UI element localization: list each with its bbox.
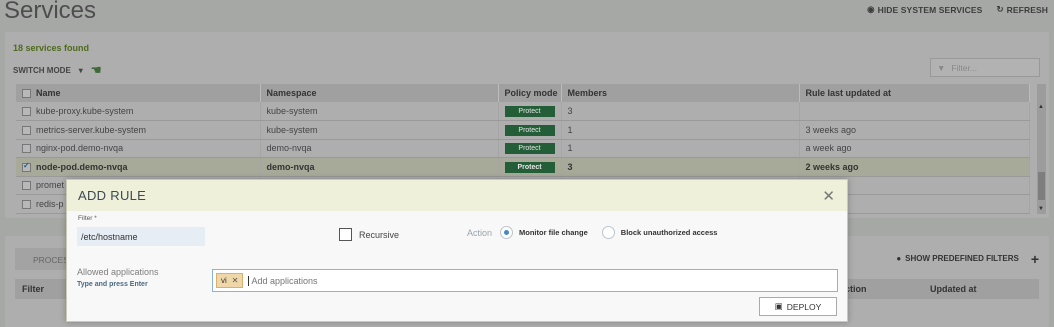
row-checkbox[interactable] (22, 107, 31, 117)
monitor-radio[interactable] (500, 226, 514, 239)
modal-header: ADD RULE ✕ (67, 180, 847, 211)
filter-icon: ▼ (937, 62, 946, 73)
cell-namespace: kube-system (260, 102, 499, 121)
table-header-row: Name Namespace Policy mode Members Rule … (16, 84, 1030, 102)
cell-policy-mode: Protect (498, 157, 562, 177)
cell-members: 1 (561, 139, 800, 158)
save-icon: ▣ (774, 301, 783, 311)
tab-process[interactable]: PROCESS (15, 248, 75, 270)
monitor-label[interactable]: Monitor file change (519, 228, 588, 237)
select-all-checkbox[interactable] (22, 89, 31, 99)
cell-policy-mode: Protect (498, 120, 562, 140)
table-row[interactable]: metrics-server.kube-system kube-system Pro… (16, 120, 1030, 140)
hand-icon[interactable]: ☚ (91, 63, 102, 77)
cell-name[interactable]: node-pod.demo-nvqa (16, 157, 261, 177)
cell-namespace: kube-system (260, 120, 499, 140)
allowed-hint: Type and press Enter (77, 281, 148, 288)
cell-updated: 2 weeks ago (799, 157, 1030, 177)
row-checkbox[interactable] (22, 199, 31, 209)
table-row[interactable]: node-pod.demo-nvqademo-nvqa Protect 32 wee… (16, 157, 1030, 177)
block-label[interactable]: Block unauthorized access (621, 228, 718, 237)
row-checkbox[interactable] (22, 181, 31, 191)
cell-namespace: demo-nvqa (260, 139, 499, 158)
column-action[interactable]: ction (845, 284, 867, 294)
recursive-toggle[interactable]: Recursive (339, 228, 399, 241)
row-checkbox[interactable] (22, 144, 31, 154)
caret-down-icon: ▾ (78, 65, 83, 75)
column-updated-at[interactable]: Updated at (930, 284, 977, 294)
cell-name[interactable]: metrics-server.kube-system (16, 120, 261, 140)
column-members[interactable]: Members (561, 84, 800, 102)
column-namespace[interactable]: Namespace (260, 84, 499, 102)
policy-mode-badge: Protect (504, 124, 555, 136)
allowed-applications-label: Allowed applications Type and press Ente… (77, 267, 159, 288)
modal-title: ADD RULE (78, 188, 147, 203)
recursive-checkbox[interactable] (339, 228, 352, 241)
add-rule-modal: ADD RULE ✕ Filter * Recursive Action Mon… (66, 179, 848, 322)
row-checkbox[interactable] (22, 125, 31, 135)
scrollbar-thumb[interactable] (1038, 172, 1045, 200)
remove-chip-icon[interactable]: ✕ (232, 276, 239, 285)
applications-tag-input[interactable]: vi ✕ (212, 269, 838, 292)
cell-policy-mode: Protect (498, 139, 562, 158)
scroll-up-icon[interactable]: ▲ (1038, 104, 1044, 110)
refresh-icon: ↻ (996, 4, 1004, 14)
cell-policy-mode: Protect (498, 102, 562, 121)
deploy-button[interactable]: ▣ DEPLOY (759, 297, 837, 316)
app-chip: vi ✕ (216, 273, 244, 288)
filter-label: Filter * (78, 215, 97, 222)
cell-name[interactable]: nginx-pod.demo-nvqa (16, 139, 261, 158)
scroll-down-icon[interactable]: ▼ (1038, 206, 1044, 212)
info-icon: ● (896, 254, 902, 263)
policy-mode-badge: Protect (504, 161, 555, 173)
show-predefined-filters-button[interactable]: ● SHOW PREDEFINED FILTERS + (896, 252, 1039, 266)
column-rule-updated[interactable]: Rule last updated at (799, 84, 1030, 102)
cell-members: 1 (561, 120, 800, 140)
block-radio[interactable] (601, 226, 615, 239)
row-checkbox[interactable] (22, 161, 31, 172)
table-scrollbar[interactable]: ▲ ▼ (1037, 84, 1046, 214)
cell-updated: 3 weeks ago (799, 120, 1030, 140)
table-row[interactable]: nginx-pod.demo-nvqa demo-nvqa Protect 1 a we… (16, 139, 1030, 158)
close-icon[interactable]: ✕ (822, 187, 835, 205)
filter-path-input[interactable] (77, 227, 205, 246)
column-policy-mode[interactable]: Policy mode (498, 84, 562, 102)
table-row[interactable]: kube-proxy.kube-system kube-system Protect… (16, 102, 1030, 121)
action-group: Action Monitor file change Block unautho… (467, 226, 725, 239)
refresh-button[interactable]: ↻ REFRESH (996, 4, 1048, 15)
page-title: Services (4, 0, 97, 24)
cell-updated: a week ago (799, 139, 1030, 158)
action-label: Action (467, 227, 493, 238)
applications-input[interactable] (248, 275, 837, 286)
cell-updated (799, 102, 1030, 121)
policy-mode-badge: Protect (504, 106, 555, 117)
cell-name[interactable]: kube-proxy.kube-system (16, 102, 261, 121)
cell-members: 3 (561, 157, 800, 177)
services-count: 18 services found (13, 43, 90, 53)
eye-slash-icon: ◉ (867, 4, 875, 14)
cell-namespace: demo-nvqa (260, 157, 499, 177)
policy-mode-badge: Protect (504, 143, 555, 155)
top-actions: ◉ HIDE SYSTEM SERVICES ↻ REFRESH (867, 4, 1048, 15)
switch-mode-dropdown[interactable]: SWITCH MODE ▾ ☚ (13, 63, 102, 77)
filter-input[interactable]: ▼ Filter... (930, 58, 1040, 77)
column-filter[interactable]: Filter (22, 284, 44, 294)
add-icon[interactable]: + (1031, 252, 1039, 266)
hide-system-services-button[interactable]: ◉ HIDE SYSTEM SERVICES (867, 4, 982, 15)
column-name[interactable]: Name (16, 84, 261, 102)
cell-members: 3 (561, 102, 800, 121)
